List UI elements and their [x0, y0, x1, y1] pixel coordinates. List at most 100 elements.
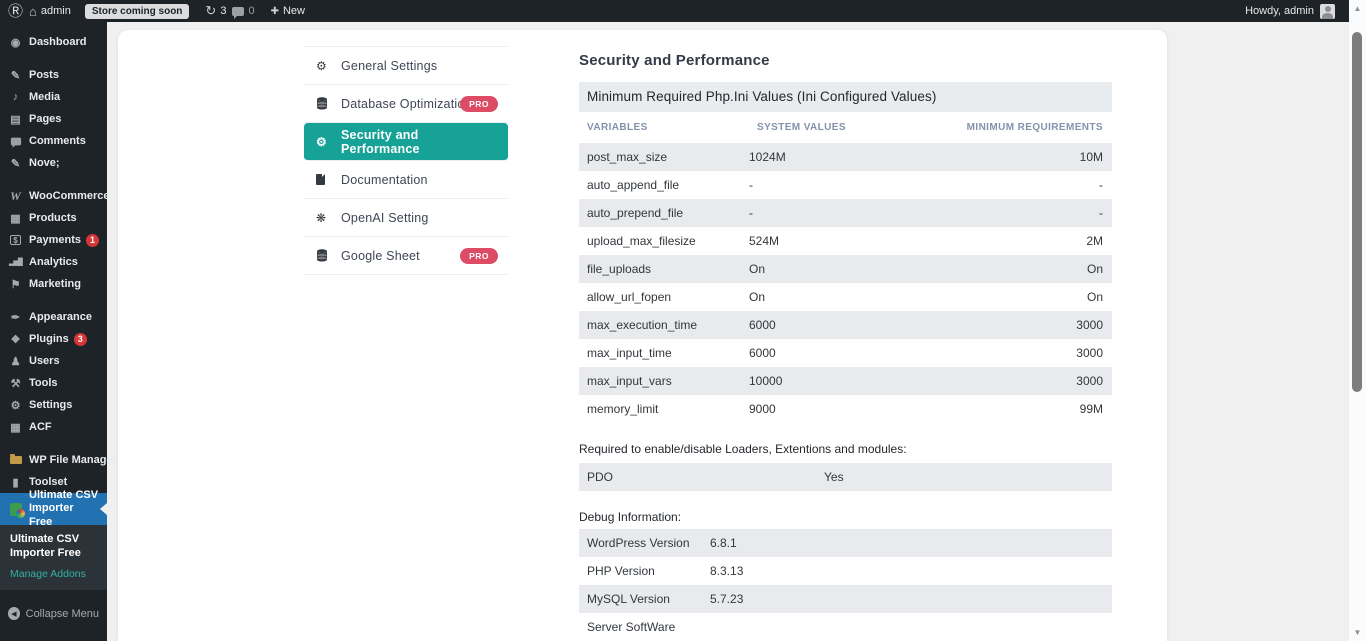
- settings-icon: ⚙: [8, 399, 23, 412]
- debug-table: WordPress Version6.8.1PHP Version8.3.13M…: [579, 529, 1112, 641]
- sidebar-item-acf[interactable]: ▦ACF: [0, 416, 107, 438]
- tab-label: Google Sheet: [341, 249, 420, 263]
- folder-icon: [8, 456, 23, 464]
- sidebar-item-posts[interactable]: ✎Posts: [0, 64, 107, 86]
- updates-link[interactable]: ↻ 3: [195, 3, 226, 19]
- sidebar-item-marketing[interactable]: ⚑Marketing: [0, 273, 107, 295]
- sidebar-item-label: Nove;: [29, 157, 60, 169]
- debug-section-label: Debug Information:: [579, 510, 681, 524]
- sidebar-item-label: Dashboard: [29, 36, 86, 48]
- sidebar-item-label: Analytics: [29, 256, 78, 268]
- php-ini-column-headers: VARIABLES SYSTEM VALUES MINIMUM REQUIREM…: [579, 122, 1112, 136]
- comments-link[interactable]: 0: [232, 5, 254, 17]
- sidebar-item-settings[interactable]: ⚙ Settings: [0, 394, 107, 416]
- row-value: 9000: [749, 402, 909, 416]
- sidebar-item-dashboard[interactable]: ◉Dashboard: [0, 31, 107, 53]
- scroll-down-arrow[interactable]: ▼: [1349, 628, 1366, 637]
- store-coming-soon-badge: Store coming soon: [85, 4, 190, 19]
- tab-label: Security and Performance: [341, 128, 496, 156]
- tab-security-and-performance[interactable]: ⚙ Security and Performance: [304, 123, 508, 161]
- row-variable: MySQL Version: [579, 592, 710, 606]
- pushpin-icon: ✎: [8, 157, 23, 170]
- csv-importer-icon: [8, 503, 23, 516]
- new-content-link[interactable]: ✚ New: [261, 5, 305, 17]
- tab-documentation[interactable]: Documentation: [304, 161, 508, 199]
- manage-addons-link[interactable]: Manage Addons: [10, 568, 97, 580]
- site-link[interactable]: ⌂ admin: [29, 4, 71, 19]
- users-icon: ♟: [8, 355, 23, 368]
- admin-menu: ◉Dashboard ✎Posts♪Media▤PagesComments ✎ Nov…: [0, 31, 107, 525]
- sidebar-item-appearance[interactable]: ✒Appearance: [0, 306, 107, 328]
- tab-label: General Settings: [341, 59, 437, 73]
- row-value: 5.7.23: [710, 592, 1010, 606]
- sidebar-item-plugins[interactable]: ❖Plugins3: [0, 328, 107, 350]
- gear-icon: ⚙: [316, 135, 332, 149]
- table-row: WordPress Version6.8.1: [579, 529, 1112, 557]
- pro-badge: PRO: [460, 248, 498, 264]
- analytics-icon: ▂▅█: [8, 258, 23, 266]
- sidebar-item-label: Pages: [29, 113, 61, 125]
- sidebar-item-nove[interactable]: ✎ Nove;: [0, 152, 107, 174]
- row-value: 99M: [909, 402, 1112, 416]
- scrollbar-thumb[interactable]: [1352, 32, 1362, 392]
- sidebar-item-ultimate-csv-importer-free[interactable]: Ultimate CSV Importer Free: [0, 493, 107, 525]
- table-row: MySQL Version5.7.23: [579, 585, 1112, 613]
- admin-sidebar: ◉Dashboard ✎Posts♪Media▤PagesComments ✎ Nov…: [0, 22, 107, 641]
- row-value: 10M: [909, 150, 1112, 164]
- sidebar-item-label: WooCommerce: [29, 190, 109, 202]
- row-value: On: [909, 262, 1112, 276]
- sidebar-item-analytics[interactable]: ▂▅█ Analytics: [0, 251, 107, 273]
- comment-icon: [8, 137, 23, 146]
- row-value: 10000: [749, 374, 909, 388]
- sidebar-item-users[interactable]: ♟ Users: [0, 350, 107, 372]
- sidebar-item-products[interactable]: ▦Products: [0, 207, 107, 229]
- sidebar-item-label: Ultimate CSV Importer Free: [29, 489, 99, 529]
- sidebar-item-pages[interactable]: ▤Pages: [0, 108, 107, 130]
- row-value: 6000: [749, 318, 909, 332]
- scroll-up-arrow[interactable]: ▲: [1349, 4, 1366, 13]
- howdy-admin-link[interactable]: Howdy, admin: [1245, 5, 1314, 17]
- sidebar-item-comments[interactable]: Comments: [0, 130, 107, 152]
- tab-database-optimization[interactable]: Database OptimizationPRO: [304, 85, 508, 123]
- row-value: -: [909, 206, 1112, 220]
- sidebar-item-payments[interactable]: $Payments1: [0, 229, 107, 251]
- php-ini-table-title: Minimum Required Php.Ini Values (Ini Con…: [579, 82, 1112, 112]
- avatar: [1320, 4, 1335, 19]
- sidebar-item-label: Toolset: [29, 476, 67, 488]
- sidebar-item-wp-file-manager[interactable]: WP File Manager: [0, 449, 107, 471]
- row-value: 6.8.1: [710, 536, 1010, 550]
- sidebar-item-label: Posts: [29, 69, 59, 81]
- tab-google-sheet[interactable]: Google Sheet PRO: [304, 237, 508, 275]
- plugin-icon: ❖: [8, 333, 23, 346]
- row-variable: max_input_time: [579, 346, 749, 360]
- row-variable: file_uploads: [579, 262, 749, 276]
- brush-icon: ✒: [8, 311, 23, 324]
- sidebar-item-tools[interactable]: ⚒Tools: [0, 372, 107, 394]
- sidebar-item-label: Users: [29, 355, 60, 367]
- row-variable: auto_append_file: [579, 178, 749, 192]
- row-value: On: [749, 262, 909, 276]
- table-row: max_input_time60003000: [579, 339, 1112, 367]
- notification-badge: 1: [86, 234, 99, 247]
- table-row: PDOYes: [579, 463, 1112, 491]
- submenu-title[interactable]: Ultimate CSV Importer Free: [10, 533, 97, 561]
- row-value: 2M: [909, 234, 1112, 248]
- sidebar-item-woocommerce[interactable]: WWooCommerce: [0, 185, 107, 207]
- wordpress-logo-icon[interactable]: Ⓡ: [8, 4, 23, 19]
- settings-tab-list: ⚙General SettingsDatabase OptimizationPR…: [304, 46, 508, 275]
- table-row: Server SoftWare: [579, 613, 1112, 641]
- tab-openai-setting[interactable]: ❋OpenAI Setting: [304, 199, 508, 237]
- sidebar-item-label: Settings: [29, 399, 72, 411]
- sidebar-item-media[interactable]: ♪Media: [0, 86, 107, 108]
- table-row: auto_append_file--: [579, 171, 1112, 199]
- new-label: New: [283, 5, 305, 17]
- row-variable: Server SoftWare: [579, 620, 710, 634]
- collapse-menu-button[interactable]: ◀ Collapse Menu: [0, 603, 107, 625]
- row-value: 524M: [749, 234, 909, 248]
- home-icon: ⌂: [29, 4, 37, 19]
- sidebar-item-label: Plugins: [29, 333, 69, 345]
- window-scrollbar[interactable]: ▲ ▼: [1349, 0, 1366, 641]
- row-value: -: [749, 178, 909, 192]
- row-value: 6000: [749, 346, 909, 360]
- tab-general-settings[interactable]: ⚙General Settings: [304, 47, 508, 85]
